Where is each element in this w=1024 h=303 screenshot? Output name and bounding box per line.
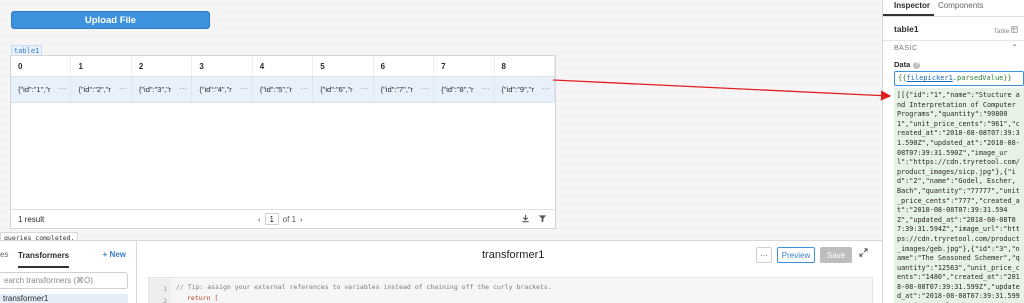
table-cell[interactable]: {"id":"5","r ···: [253, 77, 314, 102]
transformer-editor: transformer1 ··· Preview Save 12 // Tip:…: [137, 240, 882, 303]
panel-tabs: es Transformers + New: [0, 241, 136, 268]
cell-text: {"id":"1","r: [18, 85, 51, 94]
column-header[interactable]: 8: [495, 56, 555, 76]
section-basic[interactable]: BASIC: [894, 45, 918, 52]
table-cell[interactable]: {"id":"2","r ···: [71, 77, 132, 102]
column-header[interactable]: 6: [374, 56, 435, 76]
inspector-tabs: Inspector Components: [883, 0, 1024, 17]
upload-file-button[interactable]: Upload File: [11, 11, 210, 29]
table1[interactable]: 0 1 2 3 4 5 6 7 8 {"id":"1","r ··· {"id":…: [10, 55, 556, 229]
table-cell[interactable]: {"id":"3","r ···: [132, 77, 193, 102]
page-total: of 1: [282, 214, 297, 224]
data-preview: [[{"id":"1","name":"Stucture and Interpr…: [894, 88, 1024, 303]
search-transformers-input[interactable]: earch transformers (⌘O): [0, 272, 128, 289]
table-cell[interactable]: {"id":"7","r ···: [374, 77, 435, 102]
table-row[interactable]: {"id":"1","r ··· {"id":"2","r ··· {"id":"3…: [11, 77, 555, 103]
cell-menu-icon[interactable]: ···: [300, 84, 308, 93]
table-cell[interactable]: {"id":"1","r ···: [11, 77, 72, 102]
editor-title: transformer1: [482, 249, 545, 261]
cell-text: {"id":"5","r: [259, 85, 293, 94]
save-button[interactable]: Save: [820, 247, 852, 263]
cell-text: {"id":"2","r: [78, 85, 111, 94]
column-header[interactable]: 3: [192, 56, 253, 76]
cell-menu-icon[interactable]: ···: [240, 84, 248, 93]
result-count: 1 result: [18, 215, 45, 224]
new-transformer-button[interactable]: + New: [103, 250, 126, 259]
table-footer: 1 result ‹ 1 of 1 ›: [11, 209, 555, 228]
app-canvas: Upload File table1 0 1 2 3 4 5 6 7 8 {"i…: [0, 0, 882, 244]
column-header[interactable]: 4: [253, 56, 314, 76]
transformers-panel: es Transformers + New earch transformers…: [0, 240, 137, 303]
page-number-input[interactable]: 1: [264, 213, 279, 225]
table-cell[interactable]: {"id":"8","r ···: [434, 77, 495, 102]
cell-menu-icon[interactable]: ···: [421, 84, 429, 93]
column-header[interactable]: 7: [434, 56, 495, 76]
table-footer-actions: [521, 214, 547, 225]
expand-icon[interactable]: [859, 248, 868, 260]
cell-text: {"id":"9","r: [501, 85, 535, 94]
prev-page-icon[interactable]: ‹: [258, 215, 261, 224]
code-editor[interactable]: 12 // Tip: assign your external referenc…: [148, 277, 873, 303]
cell-text: {"id":"7","r: [380, 85, 414, 94]
table-icon: [1011, 26, 1018, 33]
cell-menu-icon[interactable]: ···: [361, 84, 369, 93]
data-value-ref: filepicker1: [906, 74, 953, 82]
list-item-transformer1[interactable]: transformer1: [0, 294, 128, 303]
tab-queries[interactable]: es: [0, 250, 16, 259]
component-type: Table: [994, 26, 1018, 35]
tab-inspector[interactable]: Inspector: [883, 0, 935, 16]
download-icon[interactable]: [521, 214, 530, 225]
line-number: 1: [163, 285, 167, 293]
cell-menu-icon[interactable]: ···: [542, 84, 550, 93]
data-label-text: Data: [894, 60, 911, 69]
cell-menu-icon[interactable]: ···: [179, 84, 187, 93]
component-type-label: Table: [993, 28, 1010, 35]
divider: [883, 40, 1024, 41]
info-icon[interactable]: ?: [913, 61, 921, 69]
column-header[interactable]: 1: [71, 56, 132, 76]
column-header[interactable]: 5: [313, 56, 374, 76]
table-cell[interactable]: {"id":"6","r ···: [313, 77, 374, 102]
cell-menu-icon[interactable]: ···: [58, 84, 66, 93]
table-cell[interactable]: {"id":"4","r ···: [192, 77, 253, 102]
code-line: return [: [187, 294, 219, 302]
next-page-icon[interactable]: ›: [300, 215, 303, 224]
code-comment: // Tip: assign your external references …: [176, 283, 552, 291]
filter-icon[interactable]: [538, 214, 547, 225]
data-value-suffix: .parsedValue}}: [952, 74, 1012, 82]
table-header: 0 1 2 3 4 5 6 7 8: [11, 56, 555, 77]
preview-button[interactable]: Preview: [777, 247, 815, 263]
pagination: ‹ 1 of 1 ›: [258, 213, 303, 225]
tab-components[interactable]: Components: [934, 0, 987, 16]
cell-menu-icon[interactable]: ···: [482, 84, 490, 93]
cell-text: {"id":"8","r: [441, 85, 474, 94]
cell-text: {"id":"6","r: [320, 85, 353, 94]
tab-transformers[interactable]: Transformers: [18, 251, 70, 268]
line-number: 2: [163, 297, 167, 303]
column-header[interactable]: 2: [132, 56, 193, 76]
more-options-button[interactable]: ···: [756, 247, 772, 263]
cell-text: {"id":"3","r: [138, 85, 172, 94]
table-cell[interactable]: {"id":"9","r ···: [495, 77, 555, 102]
cell-menu-icon[interactable]: ···: [119, 84, 127, 93]
line-gutter: 12: [149, 278, 171, 303]
data-label: Data?: [894, 60, 921, 69]
cell-text: {"id":"4","r: [199, 85, 232, 94]
component-name[interactable]: table1: [894, 24, 919, 34]
chevron-up-icon[interactable]: ⌃: [1011, 43, 1018, 52]
column-header[interactable]: 0: [11, 56, 72, 76]
inspector-panel: Inspector Components table1 Table BASIC …: [882, 0, 1024, 303]
data-input[interactable]: {{filepicker1.parsedValue}}: [894, 71, 1024, 86]
